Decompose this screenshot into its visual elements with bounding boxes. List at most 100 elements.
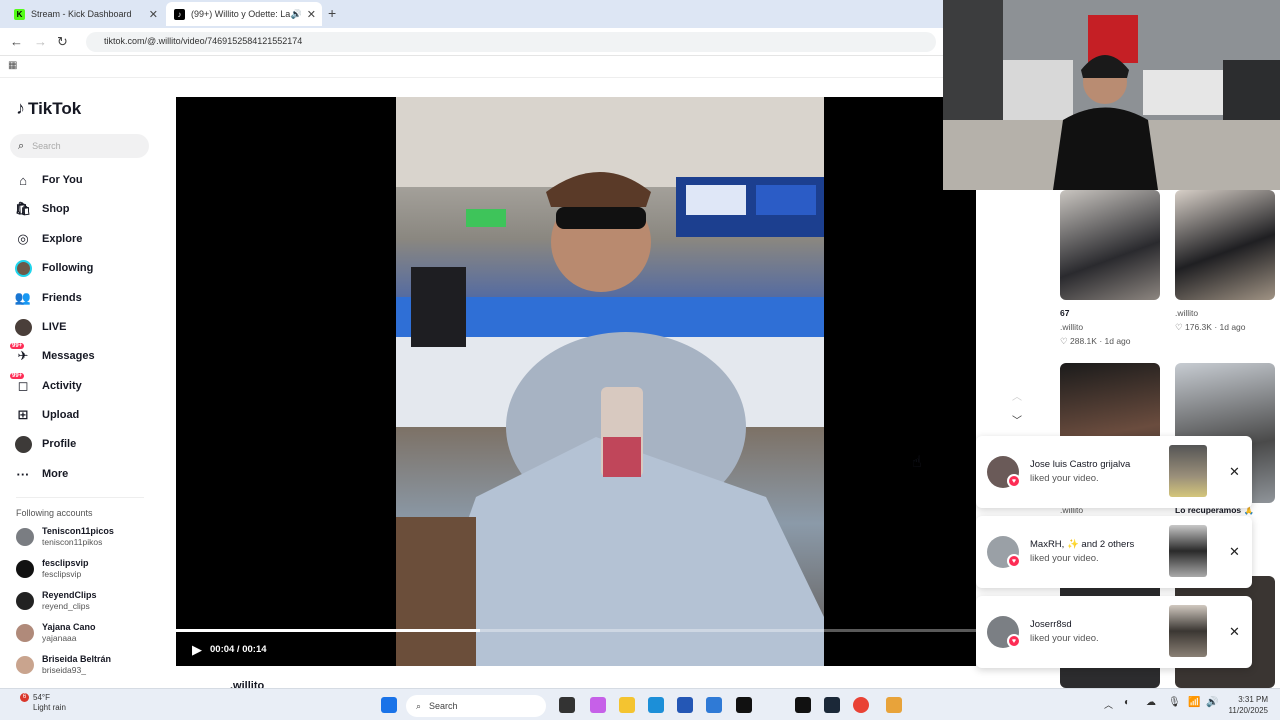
nav-label: More [42,468,69,480]
chrome-icon[interactable] [853,697,869,713]
nav-explore[interactable]: ◎ Explore [14,229,82,249]
friends-icon: 👥 [14,290,32,305]
nav-profile[interactable]: Profile [14,434,76,454]
following-account[interactable]: Yajana Cano yajanaaa [16,622,96,644]
tray-chevron-icon[interactable]: ︿ [1104,698,1113,711]
heart-icon: ♥ [1007,634,1021,648]
tray-icon[interactable]: ☁ [1146,697,1156,708]
following-account[interactable]: Briseida Beltrán briseida93_ [16,654,111,676]
following-accounts-header: Following accounts [16,508,93,518]
close-icon[interactable]: ✕ [1229,624,1240,640]
nav-label: Explore [42,233,83,245]
avatar-icon [14,435,32,453]
nav-more[interactable]: ··· More [14,464,69,484]
close-icon[interactable]: ✕ [1229,544,1240,560]
task-view-icon[interactable] [559,697,575,713]
following-account[interactable]: Teniscon11picos teniscon11pikos [16,526,114,548]
address-bar: ← → ↻ tiktok.com/@.willito/video/7469152… [0,28,943,56]
file-explorer-icon[interactable] [619,697,635,713]
more-icon: ··· [16,466,30,482]
webcam-scene [943,0,1280,190]
account-name: Yajana Cano [42,622,96,632]
tiktok-logo[interactable]: ♪ TikTok [16,98,81,119]
url-field[interactable]: tiktok.com/@.willito/video/7469152584121… [86,32,936,52]
video-thumbnail[interactable] [1060,190,1160,300]
play-icon[interactable]: ▶ [192,642,202,658]
following-account[interactable]: ReyendClips reyend_clips [16,590,97,612]
kick-icon: K [14,8,25,20]
windows-start-icon[interactable] [381,697,397,713]
search-input[interactable]: ⌕ Search [10,134,149,158]
progress-fill [176,629,480,632]
taskbar-search[interactable]: ⌕ Search [406,695,546,717]
account-name: Teniscon11picos [42,526,114,536]
back-arrow-icon[interactable]: ← [10,34,23,49]
wifi-icon[interactable]: 📶 [1188,697,1200,708]
like-notification[interactable]: ♥ MaxRH, ✨ and 2 others liked your video… [976,516,1252,588]
volume-icon[interactable]: 🔊 [1206,697,1218,708]
edge-icon[interactable] [648,697,664,713]
steam-icon[interactable] [824,697,840,713]
tab-tiktok-video[interactable]: ♪ (99+) Willito y Odette: La Ca 🔊 ✕ [166,2,322,26]
video-thumbnail[interactable] [1175,190,1275,300]
nav-label: Friends [42,292,82,304]
like-notification[interactable]: ♥ Joserr8sd liked your video. ✕ [976,596,1252,668]
tray-icon[interactable]: ◐ [1124,697,1130,708]
nav-messages[interactable]: ✈ 99+ Messages [10,343,95,366]
taskbar-search-label: Search [429,701,458,711]
notification-thumbnail [1169,445,1207,497]
nav-following[interactable]: Following [14,258,93,278]
weather-desc: Light rain [33,703,66,712]
hand-cursor-icon: ☝ [912,454,922,471]
avatar-icon [14,318,32,336]
weather-badge: 6 [20,693,29,702]
store-icon[interactable] [677,697,693,713]
tab-kick-dashboard[interactable]: K Stream - Kick Dashboard ✕ [6,2,164,26]
close-icon[interactable]: ✕ [1229,464,1240,480]
chevron-down-icon[interactable]: ﹀ [1012,412,1022,427]
copilot-icon[interactable] [590,697,606,713]
close-icon[interactable]: ✕ [149,8,158,21]
chevron-up-icon[interactable]: ︿ [1012,388,1022,403]
close-icon[interactable]: ✕ [307,8,316,21]
like-notification[interactable]: ♥ Jose luis Castro grijalva liked your v… [976,436,1252,508]
notification-thumbnail [1169,525,1207,577]
system-clock[interactable]: 3:31 PM 11/20/2025 [1220,694,1268,716]
notification-text: liked your video. [1030,473,1099,484]
nav-label: Upload [42,409,80,421]
reload-icon[interactable]: ↻ [57,34,68,50]
nav-shop[interactable]: 🛍 Shop [14,199,70,219]
nav-activity[interactable]: ◻ 99+ Activity [10,373,82,396]
nav-for-you[interactable]: ⌂ For You [14,170,82,190]
apps-grid-icon[interactable]: ▦ [8,60,17,71]
nav-label: Shop [42,203,70,215]
heart-icon: ♥ [1007,474,1021,488]
nav-live[interactable]: LIVE [14,317,66,337]
app-icon[interactable] [886,697,902,713]
nav-upload[interactable]: ⊞ Upload [14,405,80,425]
app-icon[interactable] [795,697,811,713]
progress-bar[interactable] [176,629,976,632]
weather-widget[interactable]: 6 54°F Light rain [14,693,66,713]
microphone-icon[interactable]: 🎙 [1168,697,1181,708]
clock-time: 3:31 PM [1238,695,1268,704]
bookmarks-bar: ▦ [0,56,943,78]
following-account[interactable]: fesclipsvip fesclipsvip [16,558,89,580]
upload-icon: ⊞ [17,407,29,422]
search-placeholder: Search [32,141,61,151]
outlook-icon[interactable] [706,697,722,713]
nav-friends[interactable]: 👥 Friends [14,288,82,308]
new-tab-button[interactable]: + [328,5,336,21]
tiktok-app-icon[interactable] [736,697,752,713]
thumb-likes: 176.3K [1185,322,1212,332]
thumb-likes: 288.1K [1070,336,1097,346]
account-handle: reyend_clips [42,601,90,611]
compass-icon: ◎ [17,231,29,246]
video-player[interactable]: ▶ 00:04 / 00:14 [176,97,976,666]
account-name: ReyendClips [42,590,97,600]
speaker-icon[interactable]: 🔊 [291,9,302,20]
forward-arrow-icon[interactable]: → [34,34,47,49]
nav-label: Activity [42,380,82,392]
tiktok-icon: ♪ [16,98,25,118]
thumb-author: .willito [1060,322,1084,332]
